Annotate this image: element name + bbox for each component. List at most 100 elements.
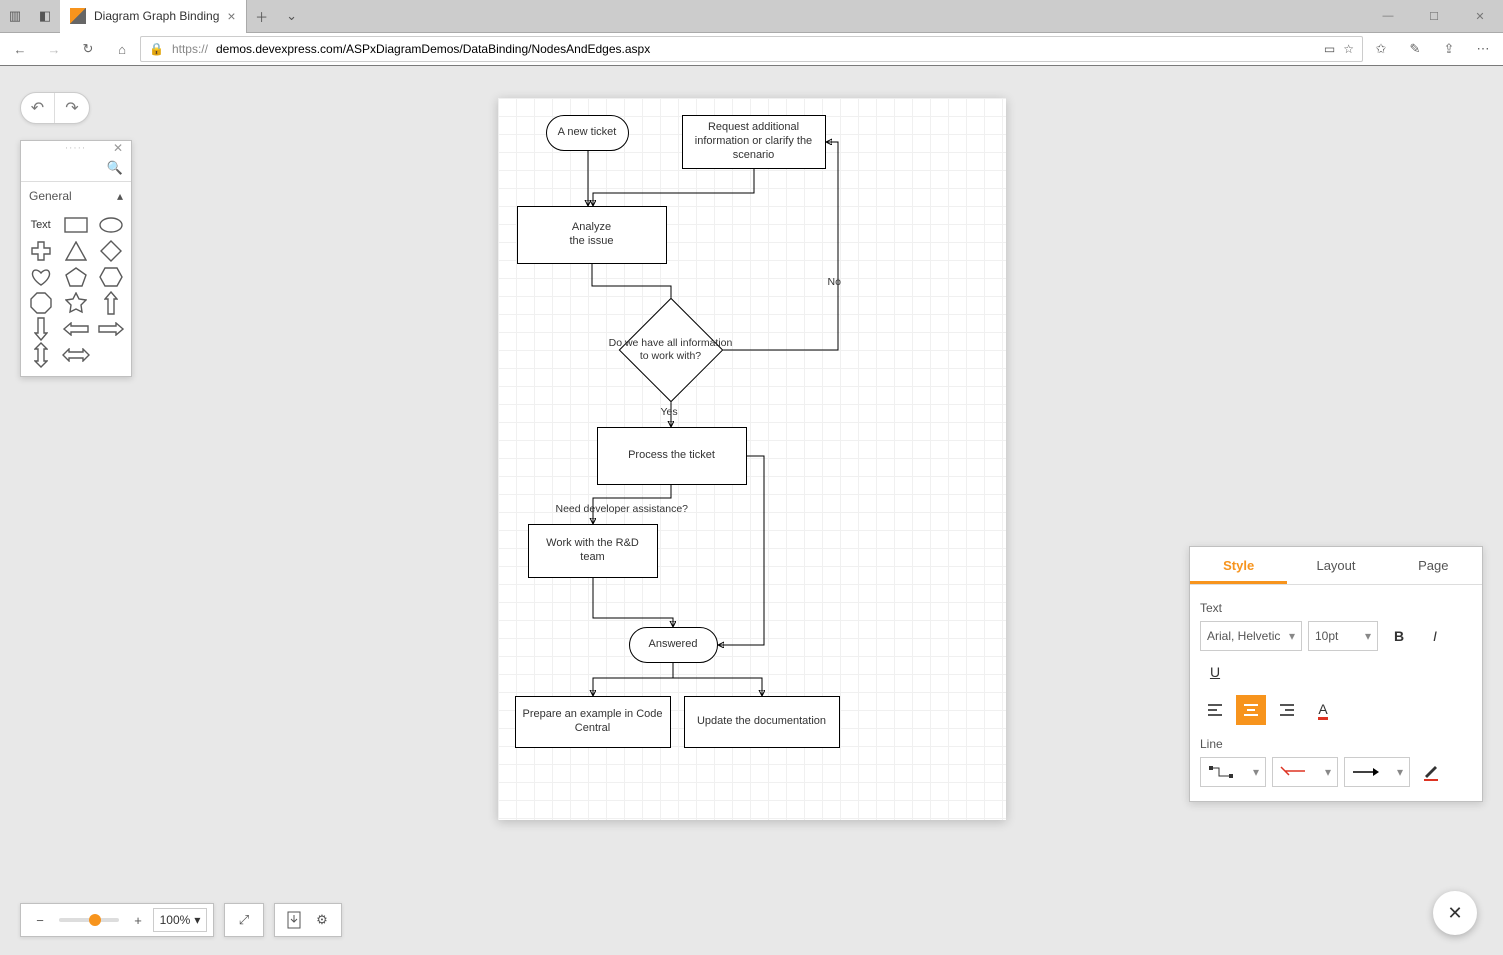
shape-ellipse[interactable] bbox=[97, 214, 125, 236]
toolbox-search[interactable]: 🔍 bbox=[21, 154, 131, 182]
history-pill: ↶ ↷ bbox=[20, 92, 90, 124]
diagram-page[interactable]: A new ticket Request additional informat… bbox=[498, 98, 1006, 820]
node-request-info[interactable]: Request additional information or clarif… bbox=[682, 115, 826, 169]
shape-diamond[interactable] bbox=[97, 240, 125, 262]
canvas-wrap: A new ticket Request additional informat… bbox=[0, 66, 1503, 955]
font-family-select[interactable]: Arial, Helvetic ▾ bbox=[1200, 621, 1302, 651]
browser-titlebar: ▥ ◧ Diagram Graph Binding × ＋ ⌄ — ☐ ✕ bbox=[0, 0, 1503, 33]
edge-label-yes: Yes bbox=[661, 406, 678, 418]
window-close-button[interactable]: ✕ bbox=[1457, 0, 1503, 33]
align-left-button[interactable] bbox=[1200, 695, 1230, 725]
favorite-icon[interactable]: ☆ bbox=[1343, 42, 1354, 56]
node-decision[interactable]: Do we have all information to work with? bbox=[634, 313, 708, 387]
lock-icon: 🔒 bbox=[149, 42, 164, 56]
shape-arrow-down[interactable] bbox=[27, 318, 55, 340]
shape-arrow-left[interactable] bbox=[62, 318, 90, 340]
font-color-button[interactable]: A bbox=[1308, 695, 1338, 725]
shape-triangle[interactable] bbox=[62, 240, 90, 262]
shape-arrow-up[interactable] bbox=[97, 292, 125, 314]
node-work-rd[interactable]: Work with the R&D team bbox=[528, 524, 658, 578]
url-protocol: https:// bbox=[172, 42, 208, 56]
toolbox-grip[interactable]: ∙∙∙∙∙ ✕ bbox=[21, 141, 131, 154]
forward-button[interactable]: → bbox=[38, 35, 70, 63]
shape-rectangle[interactable] bbox=[62, 214, 90, 236]
collapse-icon: ▴ bbox=[117, 189, 123, 203]
node-new-ticket[interactable]: A new ticket bbox=[546, 115, 629, 151]
close-tab-icon[interactable]: × bbox=[227, 8, 235, 24]
zoom-out-button[interactable]: − bbox=[27, 905, 53, 935]
zoom-select[interactable]: 100%▾ bbox=[153, 908, 207, 932]
home-button[interactable]: ⌂ bbox=[106, 35, 138, 63]
shape-hexagon[interactable] bbox=[97, 266, 125, 288]
node-analyze[interactable]: Analyze the issue bbox=[517, 206, 667, 264]
toolbox-section-header[interactable]: General ▴ bbox=[21, 182, 131, 210]
node-prepare-example[interactable]: Prepare an example in Code Central bbox=[515, 696, 671, 748]
chevron-down-icon: ▾ bbox=[194, 913, 200, 927]
font-size-value: 10pt bbox=[1315, 629, 1338, 643]
shape-text[interactable]: Text bbox=[27, 214, 55, 236]
chevron-down-icon: ▾ bbox=[1365, 629, 1371, 643]
properties-tabs: Style Layout Page bbox=[1190, 547, 1482, 585]
line-style-select[interactable]: ▾ bbox=[1200, 757, 1266, 787]
shape-star[interactable] bbox=[62, 292, 90, 314]
window-minimize-button[interactable]: — bbox=[1365, 0, 1411, 33]
shape-octagon[interactable] bbox=[27, 292, 55, 314]
shape-arrow-right[interactable] bbox=[97, 318, 125, 340]
redo-button[interactable]: ↷ bbox=[55, 93, 89, 123]
new-tab-button[interactable]: ＋ bbox=[247, 7, 277, 26]
align-center-button[interactable] bbox=[1236, 695, 1266, 725]
refresh-button[interactable]: ↻ bbox=[72, 35, 104, 63]
tab-menu-button[interactable]: ⌄ bbox=[277, 8, 307, 24]
fullscreen-button[interactable]: ⤢ bbox=[231, 905, 257, 935]
edge-label-no: No bbox=[828, 276, 841, 288]
shape-pentagon[interactable] bbox=[62, 266, 90, 288]
zoom-group: − + 100%▾ bbox=[20, 903, 214, 937]
align-right-button[interactable] bbox=[1272, 695, 1302, 725]
font-size-select[interactable]: 10pt ▾ bbox=[1308, 621, 1378, 651]
italic-button[interactable]: I bbox=[1420, 621, 1450, 651]
settings-button[interactable]: ⚙ bbox=[309, 905, 335, 935]
zoom-in-button[interactable]: + bbox=[125, 905, 151, 935]
line-color-button[interactable] bbox=[1416, 757, 1446, 787]
tab-title: Diagram Graph Binding bbox=[94, 9, 219, 23]
node-process-ticket[interactable]: Process the ticket bbox=[597, 427, 747, 485]
share-icon[interactable]: ⇪ bbox=[1433, 35, 1465, 63]
section-line-label: Line bbox=[1200, 737, 1472, 751]
url-field[interactable]: 🔒 https:// demos.devexpress.com/ASPxDiag… bbox=[140, 36, 1363, 62]
shape-cross[interactable] bbox=[27, 240, 55, 262]
close-fab[interactable]: ✕ bbox=[1433, 891, 1477, 935]
tab-layout[interactable]: Layout bbox=[1287, 547, 1384, 584]
node-answered[interactable]: Answered bbox=[629, 627, 718, 663]
toolbox-close-icon[interactable]: ✕ bbox=[111, 141, 127, 155]
diagram-workspace: A new ticket Request additional informat… bbox=[0, 66, 1503, 955]
tab-page[interactable]: Page bbox=[1385, 547, 1482, 584]
tab-style[interactable]: Style bbox=[1190, 547, 1287, 584]
shape-arrow-leftright[interactable] bbox=[62, 344, 90, 366]
chevron-down-icon: ▾ bbox=[1397, 765, 1403, 779]
more-icon[interactable]: ⋯ bbox=[1467, 35, 1499, 63]
notes-icon[interactable]: ✎ bbox=[1399, 35, 1431, 63]
back-button[interactable]: ← bbox=[4, 35, 36, 63]
shape-arrow-updown[interactable] bbox=[27, 344, 55, 366]
zoom-slider[interactable] bbox=[59, 918, 119, 922]
favorites-bar-icon[interactable]: ✩ bbox=[1365, 35, 1397, 63]
bold-button[interactable]: B bbox=[1384, 621, 1414, 651]
shape-heart[interactable] bbox=[27, 266, 55, 288]
search-icon: 🔍 bbox=[107, 160, 123, 176]
url-text: demos.devexpress.com/ASPxDiagramDemos/Da… bbox=[216, 42, 650, 56]
properties-panel: Style Layout Page Text Arial, Helvetic ▾… bbox=[1189, 546, 1483, 802]
edge-label-need-dev: Need developer assistance? bbox=[556, 503, 689, 515]
address-bar: ← → ↻ ⌂ 🔒 https:// demos.devexpress.com/… bbox=[0, 33, 1503, 66]
underline-button[interactable]: U bbox=[1200, 657, 1230, 687]
export-button[interactable] bbox=[281, 905, 307, 935]
undo-button[interactable]: ↶ bbox=[21, 93, 55, 123]
line-end-select[interactable]: ▾ bbox=[1344, 757, 1410, 787]
node-update-docs[interactable]: Update the documentation bbox=[684, 696, 840, 748]
toolbox-search-input[interactable] bbox=[29, 160, 107, 176]
browser-tab[interactable]: Diagram Graph Binding × bbox=[60, 0, 247, 33]
reading-view-icon[interactable]: ▭ bbox=[1324, 42, 1335, 56]
line-begin-select[interactable]: ▾ bbox=[1272, 757, 1338, 787]
tab-preview-icon[interactable]: ◧ bbox=[30, 0, 60, 33]
window-maximize-button[interactable]: ☐ bbox=[1411, 0, 1457, 33]
tabs-aside-icon[interactable]: ▥ bbox=[0, 0, 30, 33]
